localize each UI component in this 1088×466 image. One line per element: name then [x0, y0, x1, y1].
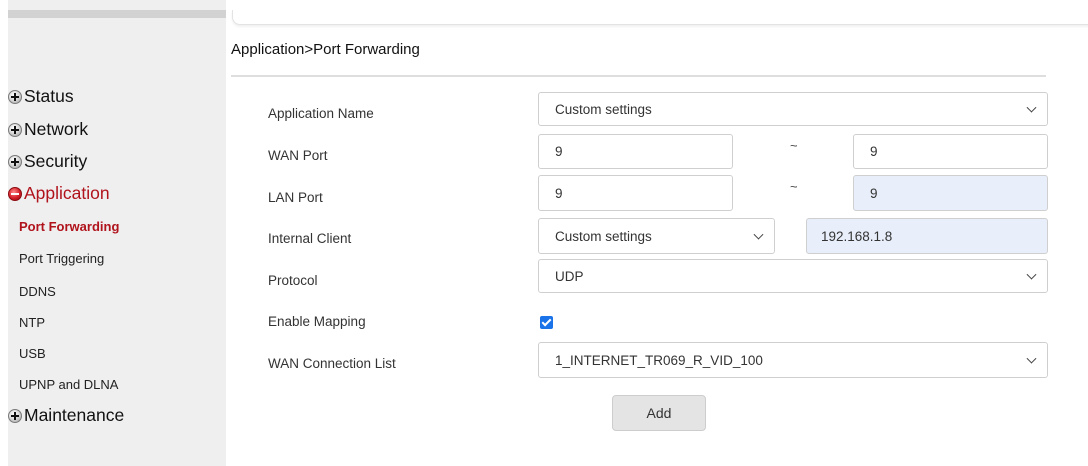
sidebar: Status Network Security Application Port… — [8, 0, 226, 466]
menu-group-status[interactable]: Status — [8, 86, 74, 107]
wan-connection-list-value: 1_INTERNET_TR069_R_VID_100 — [555, 352, 763, 368]
plus-icon — [8, 408, 22, 423]
divider — [231, 75, 1046, 77]
lan-port-end-value: 9 — [870, 185, 878, 201]
wan-port-label: WAN Port — [268, 148, 328, 163]
sidebar-item-usb[interactable]: USB — [19, 346, 46, 361]
plus-icon — [8, 154, 22, 169]
sidebar-item-ntp[interactable]: NTP — [19, 315, 45, 330]
internal-client-select-value: Custom settings — [555, 228, 652, 244]
lan-port-end-input[interactable]: 9 — [853, 175, 1048, 211]
wan-port-start-value: 9 — [555, 144, 563, 159]
application-name-select[interactable]: Custom settings — [538, 92, 1048, 126]
sidebar-item-ddns[interactable]: DDNS — [19, 284, 56, 299]
lan-port-separator: ~ — [790, 179, 798, 194]
wan-port-separator: ~ — [790, 138, 798, 153]
enable-mapping-label: Enable Mapping — [268, 314, 366, 329]
menu-group-security[interactable]: Security — [8, 151, 87, 172]
menu-group-label: Maintenance — [24, 405, 125, 425]
menu-group-network[interactable]: Network — [8, 119, 88, 140]
sidebar-item-port-forwarding[interactable]: Port Forwarding — [19, 219, 119, 234]
breadcrumb: Application>Port Forwarding — [231, 41, 420, 58]
wan-connection-list-label: WAN Connection List — [268, 356, 396, 371]
internal-client-ip-input[interactable]: 192.168.1.8 — [806, 218, 1048, 254]
lan-port-label: LAN Port — [268, 190, 323, 205]
plus-icon — [8, 122, 22, 137]
minus-icon — [8, 186, 22, 201]
menu-group-label: Security — [24, 151, 88, 171]
protocol-label: Protocol — [268, 273, 318, 288]
menu-group-application[interactable]: Application — [8, 183, 110, 204]
wan-port-end-input[interactable]: 9 — [853, 134, 1048, 169]
plus-icon — [8, 89, 22, 104]
application-name-value: Custom settings — [555, 101, 652, 117]
internal-client-label: Internal Client — [268, 231, 352, 246]
wan-port-end-value: 9 — [870, 144, 878, 159]
sidebar-item-port-triggering[interactable]: Port Triggering — [19, 251, 104, 266]
sidebar-item-upnp-dlna[interactable]: UPNP and DLNA — [19, 377, 118, 392]
internal-client-ip-value: 192.168.1.8 — [821, 228, 893, 244]
enable-mapping-checkbox[interactable] — [540, 316, 553, 329]
protocol-select[interactable]: UDP — [538, 259, 1048, 293]
menu-group-label: Application — [24, 183, 110, 203]
main-top-bar — [232, 10, 1088, 25]
menu-group-label: Status — [24, 86, 74, 106]
sidebar-top-bar — [8, 10, 226, 18]
lan-port-start-input[interactable]: 9 — [538, 175, 733, 211]
wan-connection-list-select[interactable]: 1_INTERNET_TR069_R_VID_100 — [538, 342, 1048, 378]
protocol-value: UDP — [555, 268, 584, 284]
menu-group-maintenance[interactable]: Maintenance — [8, 405, 124, 426]
menu-group-label: Network — [24, 119, 89, 139]
lan-port-start-value: 9 — [555, 185, 563, 201]
internal-client-select[interactable]: Custom settings — [538, 218, 775, 254]
wan-port-start-input[interactable]: 9 — [538, 134, 733, 169]
add-button[interactable]: Add — [612, 395, 706, 431]
application-name-label: Application Name — [268, 106, 374, 121]
